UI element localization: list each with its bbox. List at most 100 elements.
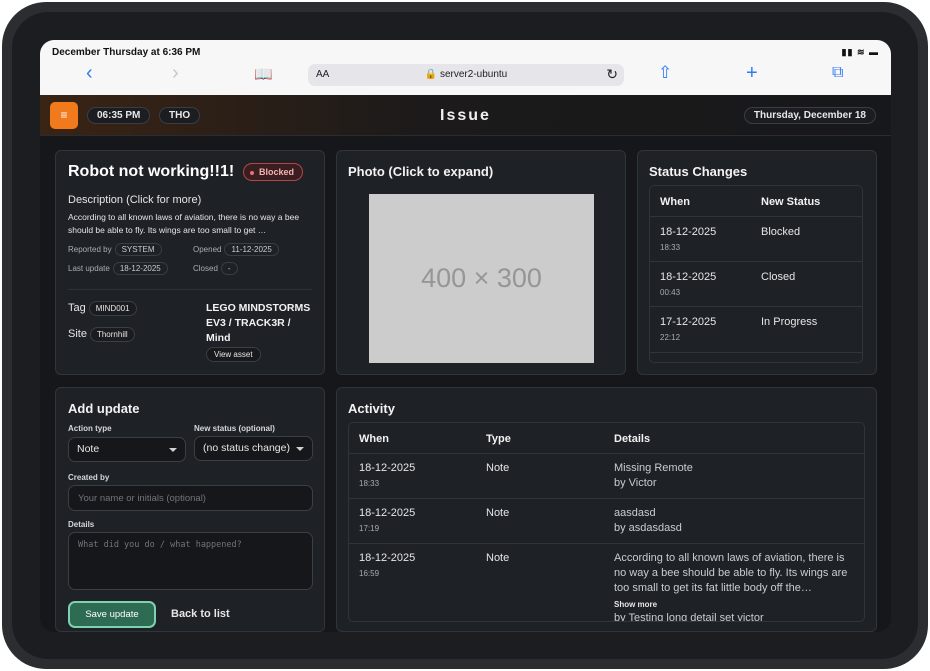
new-tab-icon[interactable]: + <box>746 62 758 84</box>
tabs-icon[interactable]: ⧉ <box>832 62 843 84</box>
address-bar[interactable]: AA 🔒 server2-ubuntu ↻ <box>308 64 624 86</box>
status-bar-datetime: December Thursday at 6:36 PM <box>52 47 201 58</box>
status-row-status: In Progress <box>761 316 818 328</box>
col-new-status: New Status <box>761 196 821 208</box>
status-row-time: 22:12 <box>660 333 681 342</box>
activity-row-details: Missing Remote <box>614 462 693 474</box>
row-divider <box>349 498 864 499</box>
details-label: Details <box>68 520 95 529</box>
activity-row-time: 16:59 <box>359 569 380 578</box>
closed: Closed - <box>193 262 238 275</box>
status-row-date: 18-12-2025 <box>660 271 717 283</box>
activity-row-details: aasdasd <box>614 507 656 519</box>
tag: Tag MIND001 <box>68 301 137 316</box>
divider <box>68 289 312 290</box>
row-divider <box>650 306 862 307</box>
col-details: Details <box>614 433 651 445</box>
site-label: Site <box>68 328 87 340</box>
activity-row-type: Note <box>486 462 510 474</box>
activity-row-author: by Testing long detail set victor <box>614 612 764 622</box>
activity-row-details: According to all known laws of aviation,… <box>614 552 848 594</box>
add-update-card: Add update Action type Note New status (… <box>55 387 325 632</box>
row-divider <box>349 453 864 454</box>
chevron-down-icon <box>169 448 177 452</box>
reported-by-label: Reported by <box>68 245 112 254</box>
status-changes-title: Status Changes <box>649 164 748 179</box>
created-by-input[interactable]: Your name or initials (optional) <box>68 485 313 511</box>
activity-table: When Type Details 18-12-2025 18:33 Note … <box>348 422 865 622</box>
description-heading[interactable]: Description (Click for more) <box>68 194 201 206</box>
activity-card: Activity When Type Details 18-12-2025 18… <box>336 387 877 632</box>
closed-value: - <box>220 262 238 275</box>
status-row-status: Closed <box>761 271 796 283</box>
status-bar-indicators-icon: ▮▮ ≋ ▬ <box>841 47 879 57</box>
back-icon[interactable]: ‹ <box>86 62 93 84</box>
status-row-status: Blocked <box>761 226 801 238</box>
tag-label: Tag <box>68 302 86 314</box>
row-divider <box>349 543 864 544</box>
col-when: When <box>359 433 389 445</box>
show-more-link[interactable]: Show more <box>614 600 657 609</box>
status-changes-card: Status Changes When New Status 18-12-202… <box>637 150 877 375</box>
add-update-title: Add update <box>68 401 140 416</box>
status-row-time: 00:43 <box>660 288 681 297</box>
last-update-label: Last update <box>68 264 110 273</box>
activity-row-type: Note <box>486 507 510 519</box>
screen: December Thursday at 6:36 PM ▮▮ ≋ ▬ ‹ › … <box>40 40 891 632</box>
activity-title: Activity <box>348 401 395 416</box>
action-type-value: Note <box>77 443 100 455</box>
col-when: When <box>660 196 690 208</box>
status-dot-icon <box>250 170 254 175</box>
new-status-select[interactable]: (no status change) <box>194 436 313 461</box>
asset-name: LEGO MINDSTORMS EV3 / TRACK3R / Mind <box>206 302 311 344</box>
created-by-label: Created by <box>68 473 110 482</box>
activity-row-date: 18-12-2025 <box>359 552 416 564</box>
reported-by: Reported by SYSTEM <box>68 243 162 256</box>
date-pill: Thursday, December 18 <box>743 107 876 124</box>
photo-thumbnail[interactable]: 400 × 300 <box>369 194 594 363</box>
last-update-value: 18-12-2025 <box>112 262 168 275</box>
description-text[interactable]: According to all known laws of aviation,… <box>68 211 316 237</box>
activity-row-type: Note <box>486 552 510 564</box>
reload-icon[interactable]: ↻ <box>606 66 618 83</box>
last-update: Last update 18-12-2025 <box>68 262 168 275</box>
browser-chrome: December Thursday at 6:36 PM ▮▮ ≋ ▬ ‹ › … <box>40 40 891 95</box>
view-asset-button[interactable]: View asset <box>206 347 261 362</box>
tag-value: MIND001 <box>88 301 137 316</box>
status-row-date: 18-12-2025 <box>660 226 717 238</box>
status-row-date: 17-12-2025 <box>660 316 717 328</box>
opened: Opened 11-12-2025 <box>193 243 279 256</box>
activity-row-time: 18:33 <box>359 479 380 488</box>
new-status-value: (no status change) <box>203 442 290 454</box>
site-value: Thornhill <box>89 327 135 342</box>
new-status-label: New status (optional) <box>194 424 275 433</box>
photo-card: Photo (Click to expand) 400 × 300 <box>336 150 626 375</box>
activity-row-date: 18-12-2025 <box>359 507 416 519</box>
issue-card: Robot not working!!1! Blocked Descriptio… <box>55 150 325 375</box>
col-type: Type <box>486 433 511 445</box>
save-update-button[interactable]: Save update <box>68 601 156 628</box>
status-badge-label: Blocked <box>259 167 295 177</box>
back-to-list-link[interactable]: Back to list <box>171 608 230 620</box>
status-row-time: 18:33 <box>660 243 681 252</box>
activity-row-date: 18-12-2025 <box>359 462 416 474</box>
forward-icon[interactable]: › <box>172 62 179 84</box>
row-divider <box>650 352 862 353</box>
bookmarks-icon[interactable]: 📖 <box>254 64 273 86</box>
share-icon[interactable]: ⇧ <box>658 62 672 84</box>
details-textarea[interactable]: What did you do / what happened? <box>68 532 313 590</box>
activity-row-author: by asdasdasd <box>614 522 682 534</box>
status-changes-table: When New Status 18-12-2025 18:33 Blocked… <box>649 185 863 363</box>
activity-row-author: by Victor <box>614 477 657 489</box>
url-text: 🔒 server2-ubuntu <box>424 69 508 80</box>
reported-by-value: SYSTEM <box>114 243 162 256</box>
status-badge: Blocked <box>243 163 304 181</box>
chevron-down-icon <box>296 447 304 451</box>
action-type-select[interactable]: Note <box>68 437 186 462</box>
opened-label: Opened <box>193 245 222 254</box>
activity-row-time: 17:19 <box>359 524 380 533</box>
site: Site Thornhill <box>68 327 135 342</box>
app-header: ≡ 06:35 PM THO Issue Thursday, December … <box>40 95 891 136</box>
closed-label: Closed <box>193 264 218 273</box>
row-divider <box>650 216 862 217</box>
